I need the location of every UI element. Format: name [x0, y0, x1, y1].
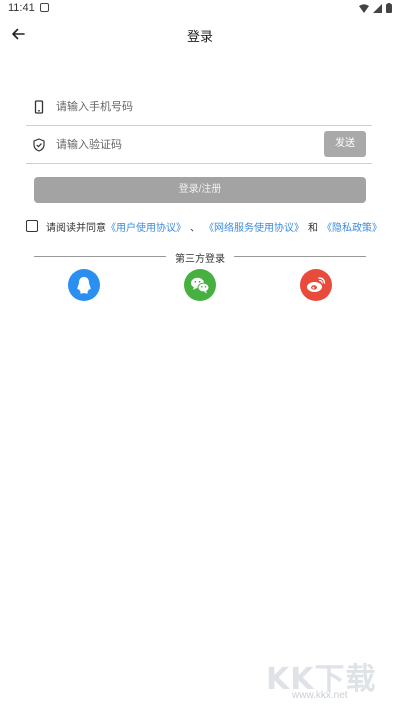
code-field: 发送	[26, 126, 372, 164]
user-agreement-link[interactable]: 《用户使用协议》	[106, 219, 186, 234]
divider-line-right	[234, 256, 366, 257]
third-party-title: 第三方登录	[175, 254, 225, 265]
signal-icon	[373, 3, 382, 13]
watermark-logo: KK下载 www.kkx.net	[266, 654, 386, 704]
weibo-login-button[interactable]	[300, 269, 332, 301]
wechat-login-button[interactable]	[184, 269, 216, 301]
qq-icon	[77, 277, 91, 294]
agreement-prefix: 请阅读并同意	[46, 222, 106, 234]
battery-icon	[386, 3, 392, 13]
phone-icon	[34, 100, 44, 114]
weibo-icon	[307, 277, 326, 292]
network-service-agreement-link[interactable]: 《网络服务使用协议》	[204, 219, 304, 234]
app-bar: 登录	[0, 18, 400, 50]
login-register-button[interactable]: 登录/注册	[34, 177, 366, 203]
agreement-separator: 、	[190, 222, 200, 234]
status-time: 11:41	[8, 2, 35, 14]
privacy-policy-link[interactable]: 《隐私政策》	[322, 219, 382, 234]
phone-input[interactable]	[56, 97, 316, 117]
page-title: 登录	[186, 29, 213, 44]
notification-icon	[40, 3, 49, 12]
phone-field	[26, 88, 372, 126]
shield-check-icon	[33, 138, 45, 152]
send-code-button[interactable]: 发送	[324, 131, 366, 157]
watermark-url: www.kkx.net	[292, 690, 348, 701]
qq-login-button[interactable]	[68, 269, 100, 301]
code-input[interactable]	[56, 135, 316, 155]
agreement-and: 和	[308, 222, 318, 234]
status-bar: 11:41	[0, 0, 400, 16]
third-party-divider: 第三方登录	[34, 250, 366, 265]
agreement-checkbox[interactable]	[26, 220, 38, 232]
wechat-icon	[191, 277, 210, 294]
status-icons	[359, 3, 392, 13]
agreement-row: 请阅读并同意 《用户使用协议》 、 《网络服务使用协议》 和 《隐私政策》	[26, 218, 386, 234]
wifi-icon	[359, 3, 369, 13]
